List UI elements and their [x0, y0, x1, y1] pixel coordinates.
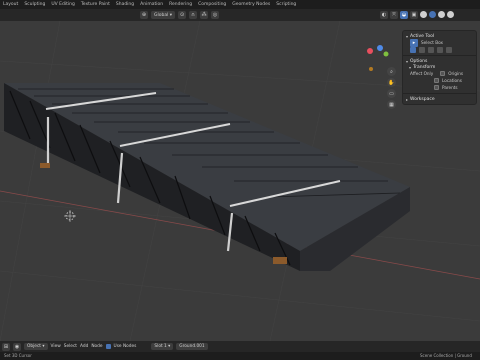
select-box-icon: ▸ — [410, 38, 418, 47]
globe-icon[interactable]: ⊕ — [140, 11, 148, 19]
active-tool-row[interactable]: ▸ Select Box — [406, 38, 473, 47]
shader-type-icon[interactable]: ◉ — [13, 342, 21, 351]
active-tool-section: ▾ Active Tool ▸ Select Box — [403, 31, 476, 56]
menu-select[interactable]: Select — [64, 344, 77, 349]
material-name: Ground.001 — [179, 344, 205, 349]
affect-only-row: Affect Only Origins — [406, 70, 473, 77]
mode-label: Object — [27, 344, 41, 349]
mode-intersect-icon[interactable] — [446, 46, 452, 53]
wireframe-shading-button[interactable] — [420, 11, 427, 18]
tab-compositing[interactable]: Compositing — [198, 2, 226, 7]
workspace-tab-bar: Layout Sculpting UV Editing Texture Pain… — [0, 0, 480, 9]
menu-node[interactable]: Node — [91, 344, 102, 349]
magnet-icon[interactable]: ∩ — [189, 11, 198, 19]
mode-new-icon[interactable] — [410, 46, 416, 53]
3d-cursor-icon[interactable] — [64, 210, 76, 222]
transform-orientation-dropdown[interactable]: Global ▾ — [151, 11, 176, 19]
origins-checkbox[interactable] — [440, 71, 446, 76]
tab-uv-editing[interactable]: UV Editing — [51, 2, 74, 7]
parents-row: Parents — [406, 84, 473, 91]
tab-layout[interactable]: Layout — [3, 2, 18, 7]
proportional-edit-icon[interactable]: ◎ — [211, 11, 220, 19]
chevron-down-icon: ▾ — [409, 64, 412, 70]
mode-dropdown[interactable]: Object ▾ — [24, 343, 48, 350]
menu-add[interactable]: Add — [80, 344, 88, 349]
parents-checkbox[interactable] — [434, 85, 439, 90]
status-bar: Set 3D Cursor Scene Collection | Ground — [0, 352, 480, 360]
sidebar-panel: ▾ Active Tool ▸ Select Box ▾ Options ▾ T… — [402, 30, 477, 105]
menu-view[interactable]: View — [51, 344, 61, 349]
material-shading-button[interactable] — [438, 11, 445, 18]
affect-only-label: Affect Only — [410, 71, 434, 76]
material-dropdown[interactable]: Ground.001 — [176, 343, 208, 350]
locations-checkbox[interactable] — [434, 78, 439, 83]
chevron-right-icon: ▸ — [406, 96, 409, 102]
select-mode-row — [406, 46, 473, 53]
tab-shading[interactable]: Shading — [116, 2, 134, 7]
workspace-header[interactable]: ▸ Workspace — [406, 96, 473, 102]
snap-target-icon[interactable]: ⁂ — [200, 11, 209, 19]
zoom-icon[interactable]: ⌕ — [387, 67, 396, 76]
workspace-section: ▸ Workspace — [403, 94, 476, 104]
use-nodes-checkbox[interactable] — [105, 344, 111, 349]
options-section: ▾ Options ▾ Transform Affect Only Origin… — [403, 56, 476, 94]
solid-shading-button[interactable] — [429, 11, 436, 18]
slot-dropdown[interactable]: Slot 1 ▾ — [151, 343, 174, 350]
overlay-icon[interactable]: ◒ — [400, 11, 408, 19]
editor-header-bar: ⊞ ◉ Object ▾ View Select Add Node Use No… — [0, 341, 480, 352]
mode-invert-icon[interactable] — [437, 46, 443, 53]
orientation-label: Global — [154, 12, 169, 18]
gizmo-toggle-icon[interactable]: ⤧ — [390, 11, 398, 19]
active-tool-title: Active Tool — [410, 33, 435, 39]
grid-view-icon[interactable]: ▦ — [387, 100, 396, 109]
mode-extend-icon[interactable] — [419, 46, 425, 53]
truss-platform-model[interactable] — [4, 83, 410, 271]
editor-type-icon[interactable]: ⊞ — [2, 342, 10, 351]
locations-row: Locations — [406, 77, 473, 84]
mode-subtract-icon[interactable] — [428, 46, 434, 53]
use-nodes-label: Use Nodes — [113, 344, 137, 349]
active-tool-name: Select Box — [421, 40, 444, 45]
status-right-text: Scene Collection | Ground — [420, 353, 472, 358]
tab-animation[interactable]: Animation — [140, 2, 163, 7]
navigation-gizmo[interactable] — [367, 45, 389, 71]
workspace-title: Workspace — [410, 96, 435, 102]
visibility-icon[interactable]: ◐ — [380, 11, 388, 19]
camera-icon[interactable]: ▭ — [387, 89, 396, 98]
origins-label: Origins — [448, 71, 464, 76]
status-left-text: Set 3D Cursor — [4, 353, 32, 358]
parents-label: Parents — [442, 85, 458, 90]
tab-rendering[interactable]: Rendering — [169, 2, 192, 7]
xray-icon[interactable]: ▣ — [410, 11, 418, 19]
wood-block — [40, 163, 50, 168]
slot-label: Slot 1 — [154, 344, 167, 349]
wood-block — [273, 257, 287, 264]
options-title: Options — [410, 58, 428, 64]
viewport-header: ⊕ Global ▾ ⊙ ∩ ⁂ ◎ ◐ ⤧ ◒ ▣ — [0, 9, 480, 21]
locations-label: Locations — [442, 78, 462, 83]
chevron-down-icon: ▾ — [406, 33, 409, 39]
tab-texture-paint[interactable]: Texture Paint — [81, 2, 110, 7]
rendered-shading-button[interactable] — [447, 11, 454, 18]
tab-sculpting[interactable]: Sculpting — [24, 2, 45, 7]
hand-pan-icon[interactable]: ✋ — [387, 78, 396, 87]
pivot-icon[interactable]: ⊙ — [178, 11, 187, 19]
transform-title: Transform — [413, 64, 436, 70]
tab-scripting[interactable]: Scripting — [276, 2, 296, 7]
chevron-down-icon: ▾ — [406, 58, 409, 64]
tab-geometry-nodes[interactable]: Geometry Nodes — [232, 2, 270, 7]
